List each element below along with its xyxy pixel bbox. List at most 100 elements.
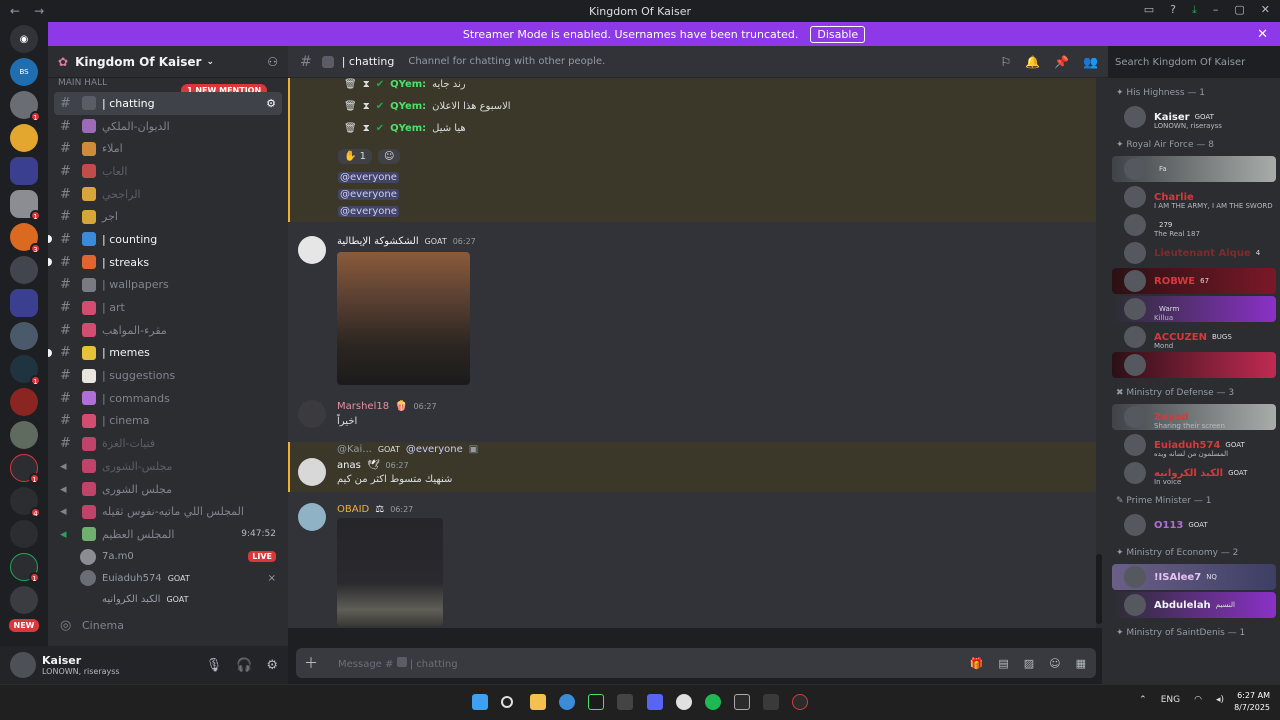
channel-cinema-stage[interactable]: ◎ Cinema [48,614,288,637]
add-attachment-icon[interactable]: ＋ [296,653,326,673]
author-name[interactable]: anas [337,460,361,471]
minimize-icon[interactable]: – [1213,3,1219,17]
avatar[interactable] [298,236,326,264]
threads-icon[interactable]: ⚐ [1000,55,1011,69]
chevron-up-icon[interactable]: ⌃ [1139,695,1147,705]
volume-icon[interactable]: ◂) [1216,695,1224,705]
member-item[interactable]: ACCUZEN BUGS Mond [1112,324,1276,350]
member-item[interactable]: ROBWE 67 [1112,268,1276,294]
author-name[interactable]: Marshel18 [337,401,389,412]
voice-channel[interactable]: ◂ مجلس-الشورى [48,455,288,478]
channel-ajr[interactable]: # اجر [48,205,288,228]
discord-taskbar-icon[interactable] [647,694,663,710]
voice-user[interactable]: Euiaduh574 GOAT ⨯ [48,567,288,589]
channel-suggestions[interactable]: # | suggestions [48,364,288,387]
apps-icon[interactable]: ▦ [1076,657,1086,670]
microphone-icon[interactable]: 🎙 [206,658,223,673]
search-icon[interactable] [501,696,513,708]
channel-games[interactable]: # العاب [48,160,288,183]
help-icon[interactable]: ? [1170,3,1176,17]
back-arrow-icon[interactable]: ← [10,4,20,18]
inbox-icon[interactable]: ▭ [1144,3,1154,17]
channel-topic[interactable]: Channel for chatting with other people. [408,56,605,67]
member-item[interactable]: Charlie I AM THE ARMY, I AM THE SWORD [1112,184,1276,210]
member-item[interactable]: الكبد الكروانيه GOAT In voice [1112,460,1276,486]
server-icon[interactable] [10,322,38,350]
bell-icon[interactable]: 🔔 [1025,55,1040,69]
member-item[interactable]: O113 GOAT [1112,512,1276,538]
server-icon[interactable] [10,124,38,152]
add-reaction-icon[interactable]: ☺ [378,148,401,164]
channel-counting[interactable]: # | counting [48,228,288,251]
server-icon[interactable]: 1 [10,355,41,386]
image-attachment[interactable] [337,252,470,385]
chrome-icon[interactable] [559,694,575,710]
avatar[interactable] [298,503,326,531]
headphones-icon[interactable]: 🎧 [236,658,252,673]
maximize-icon[interactable]: ▢ [1234,3,1244,17]
channel-art[interactable]: # | art [48,296,288,319]
member-item[interactable]: Zeyad Sharing their screen [1112,404,1276,430]
app-icon[interactable] [734,694,750,710]
app-icon[interactable] [792,694,808,710]
reply-preview[interactable]: @Kai... GOAT @everyone ▣ [337,444,478,455]
voice-channel[interactable]: ◂ مجلس الشورى [48,478,288,501]
file-explorer-icon[interactable] [530,694,546,710]
folder-icon[interactable] [10,289,38,317]
channel-wallpapers[interactable]: # | wallpapers [48,274,288,297]
gif-icon[interactable]: ▤ [998,657,1008,670]
server-icon[interactable]: 1 [10,454,40,484]
folder-icon[interactable] [10,157,38,185]
avatar[interactable] [298,400,326,428]
server-header[interactable]: ✿ Kingdom Of Kaiser ⌄ ⚇ [48,46,288,78]
channel-imla[interactable]: # املاء [48,137,288,160]
avatar[interactable] [298,458,326,486]
member-item[interactable]: 279 The Real 187 [1112,212,1276,238]
member-item[interactable]: Kaiser GOAT LONOWN, riserayss [1112,104,1276,130]
channel-diwan[interactable]: # الديوان-الملكي [48,115,288,138]
server-icon[interactable] [10,421,38,449]
disable-streamer-mode-button[interactable]: Disable [810,25,866,43]
clock[interactable]: 6:27 AM 8/7/2025 [1234,690,1270,714]
server-icon-kingdom[interactable]: 1 [10,190,41,221]
channel-talents[interactable]: # مقرء-المواهب [48,319,288,342]
new-servers-badge[interactable]: NEW [8,619,40,632]
server-icon[interactable] [10,520,38,548]
channel-commands[interactable]: # | commands [48,387,288,410]
members-icon[interactable]: 👥 [1083,55,1098,69]
member-item[interactable]: Abdulelah النسيم [1112,592,1276,618]
app-icon[interactable] [763,694,779,710]
author-name[interactable]: OBAID [337,504,369,515]
app-icon[interactable] [676,694,692,710]
close-banner-icon[interactable]: ✕ [1257,27,1268,42]
channel-cinema[interactable]: # | cinema [48,410,288,433]
channel-chatting[interactable]: # | chatting ⚙ [54,92,282,115]
voice-user[interactable]: الكبد الكروانيه GOAT [48,589,288,611]
download-icon[interactable]: ⤓ [1192,3,1197,17]
author-name[interactable]: الشكشوكة الإيطالية [337,236,419,247]
add-member-icon[interactable]: ⚇ [267,55,278,69]
forward-arrow-icon[interactable]: → [34,4,44,18]
voice-user[interactable]: 7a.m0 LIVE [48,546,288,568]
server-icon-blue-store[interactable]: BS [10,58,38,86]
close-window-icon[interactable]: ✕ [1261,3,1270,17]
server-icon[interactable] [10,388,38,416]
channel-streaks[interactable]: # | streaks [48,251,288,274]
voice-channel-active[interactable]: ◂ المجلس العظيم 9:47:52 [48,523,288,546]
app-icon[interactable] [617,694,633,710]
search-input[interactable]: Search Kingdom Of Kaiser [1108,52,1272,72]
server-icon[interactable]: 3 [10,223,41,254]
video-attachment[interactable] [337,518,443,626]
server-icon[interactable]: 4 [10,487,41,518]
avatar[interactable] [10,652,36,678]
app-icon[interactable] [588,694,604,710]
emoji-icon[interactable]: ☺ [1049,657,1060,670]
voice-channel[interactable]: # فتيات-الغزة [48,432,288,455]
user-info[interactable]: Kaiser LONOWN, riserayss [42,654,120,676]
member-item[interactable]: Warm Killua [1112,296,1276,322]
spotify-icon[interactable] [705,694,721,710]
message-composer[interactable]: ＋ Message # | chatting 🎁 ▤ ▨ ☺ ▦ [296,648,1096,678]
server-icon[interactable] [10,586,38,614]
start-icon[interactable] [472,694,488,710]
sticker-icon[interactable]: ▨ [1024,657,1034,670]
